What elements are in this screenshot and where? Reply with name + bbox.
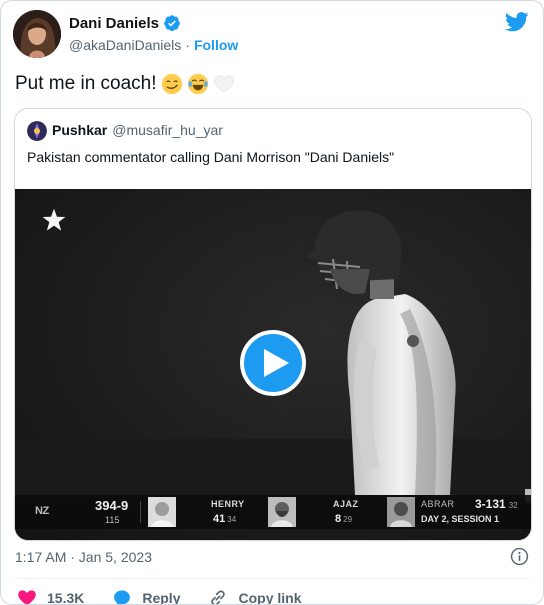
bowler-name: ABRAR [421,499,455,509]
batter2-photo [268,497,296,527]
quoted-tweet[interactable]: Pushkar @musafir_hu_yar Pakistan comment… [14,108,532,541]
white-heart-emoji-icon [213,75,234,93]
joy-emoji-icon [187,73,208,95]
team-score: 394-9 [95,498,129,513]
tweet-text-row: Put me in coach! [15,73,235,95]
reply-button[interactable]: Reply [112,588,181,605]
copy-link-button[interactable]: Copy link [208,588,302,605]
link-icon [211,590,226,604]
reply-icon [114,590,131,604]
verified-badge-icon [164,15,180,32]
play-button[interactable] [240,330,306,396]
quoted-display-name[interactable]: Pushkar [52,122,107,138]
session-label: DAY 2, SESSION 1 [421,514,500,524]
bowler-stats: 3-131 32 [475,497,518,511]
batter1-runs: 41 [213,513,226,525]
batter2-balls: 29 [343,515,353,524]
star-icon [42,208,66,231]
tweet-text: Put me in coach! [15,73,157,94]
quoted-text: Pakistan commentator calling Dani Morris… [27,149,395,165]
tweet-actions: 15.3K Reply Copy link [17,588,330,605]
author-name-row: Dani Daniels [69,14,181,32]
batter2-name: AJAZ [333,499,359,509]
team-overs: 115 [105,515,120,525]
like-button[interactable]: 15.3K [17,588,85,605]
heart-icon [18,590,36,604]
smirk-emoji-icon [161,73,182,95]
quoted-author-avatar[interactable] [27,121,47,141]
tweet-card: Dani Daniels @akaDaniDaniels · Follow Pu… [0,0,544,605]
author-avatar[interactable] [13,10,61,58]
bowler-photo [387,497,415,527]
info-icon[interactable] [510,547,529,566]
batter1-score: 41 34 [213,513,236,525]
play-icon [263,349,289,377]
batter2-score: 8 29 [335,513,352,525]
quoted-name-row: Pushkar @musafir_hu_yar [52,122,223,138]
scorebar-divider [140,501,141,523]
handle-separator: · [185,37,190,53]
bowler-overs: 32 [508,501,518,510]
team-logo: NZ [35,505,49,517]
video-player[interactable]: NZ 394-9 115 HENRY 4134 AJAZ 829 ABRAR [15,189,531,540]
footer-divider [15,578,531,579]
follow-button[interactable]: Follow [194,37,238,53]
reply-label: Reply [142,590,181,605]
batter1-photo [148,497,176,527]
quoted-handle[interactable]: @musafir_hu_yar [112,122,223,138]
author-handle-row: @akaDaniDaniels · Follow [69,37,238,53]
twitter-bird-icon[interactable] [505,11,529,33]
author-handle[interactable]: @akaDaniDaniels [69,37,181,53]
like-count: 15.3K [47,590,85,605]
batter1-name: HENRY [211,499,245,509]
tweet-timestamp[interactable]: 1:17 AM · Jan 5, 2023 [15,549,152,565]
bowler-figures: 3-131 [475,497,506,511]
author-display-name[interactable]: Dani Daniels [69,15,159,32]
scorebar-overlay: NZ 394-9 115 HENRY 4134 AJAZ 829 ABRAR [15,495,531,529]
batter1-balls: 34 [227,515,237,524]
batter2-runs: 8 [335,513,342,525]
copy-link-label: Copy link [238,590,302,605]
